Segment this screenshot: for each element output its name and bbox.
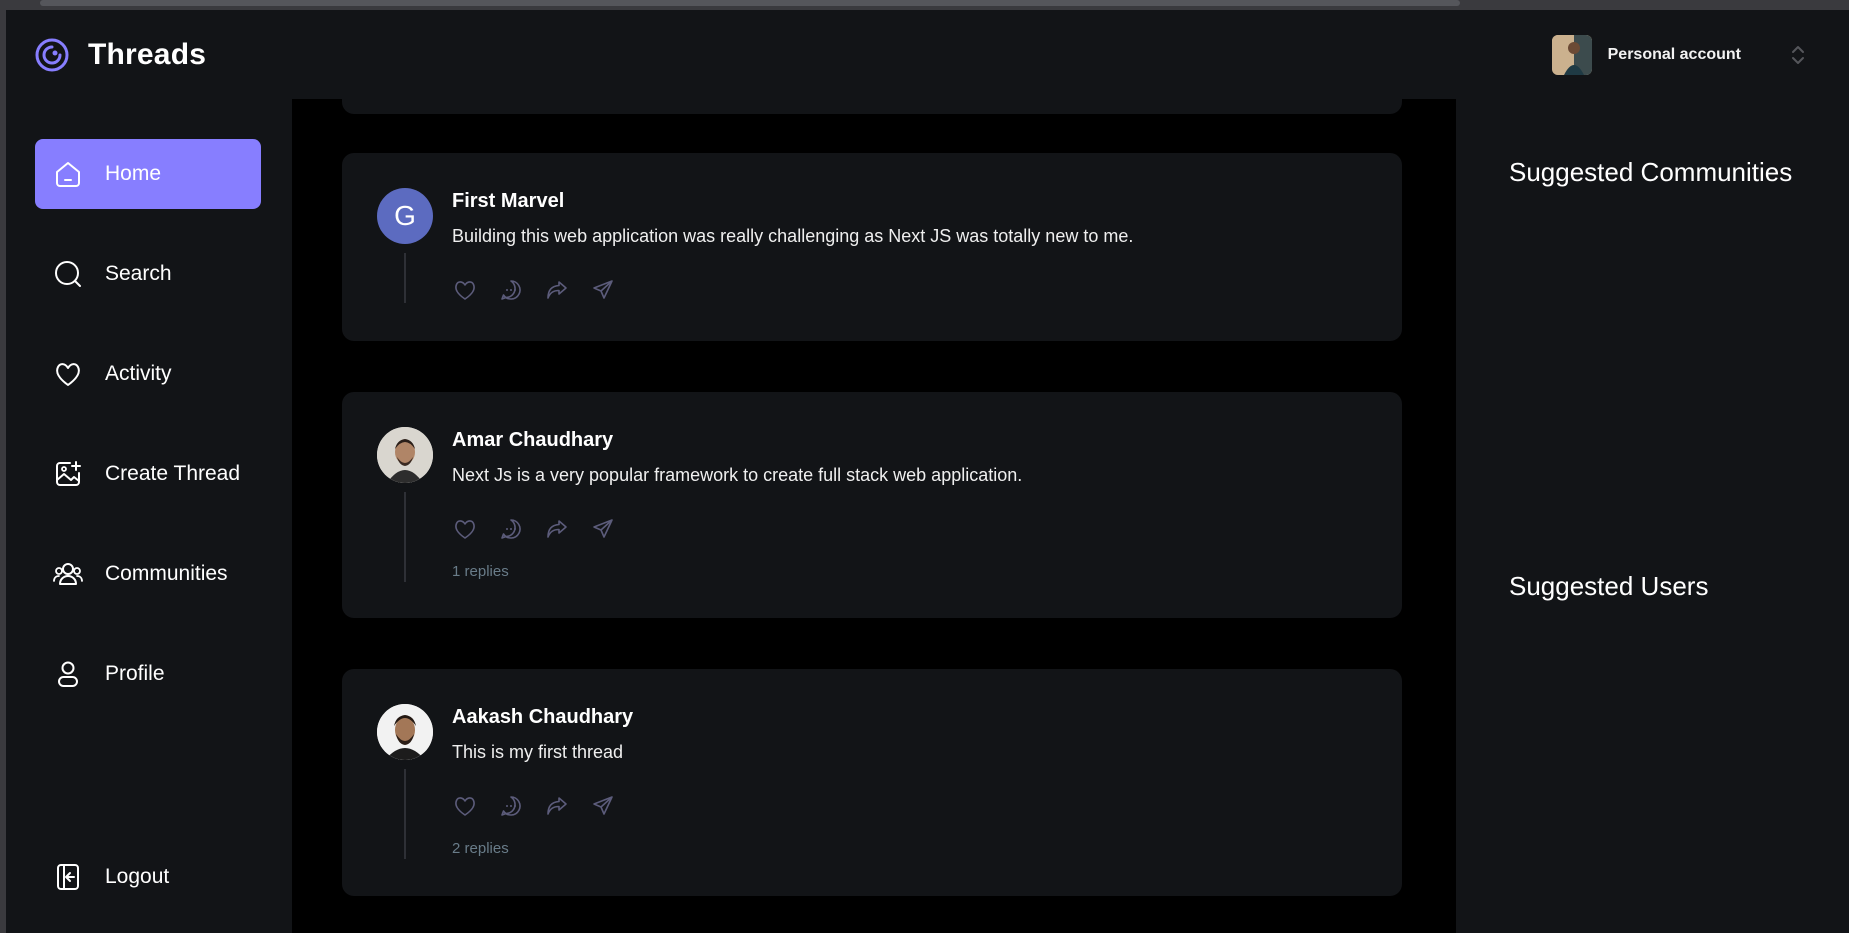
sidebar-item-communities[interactable]: Communities xyxy=(35,539,261,609)
repost-icon[interactable] xyxy=(544,793,570,819)
right-sidebar: Suggested Communities Suggested Users xyxy=(1456,99,1849,933)
account-switcher[interactable]: Personal account xyxy=(1551,34,1809,75)
thread-feed[interactable]: G First Marvel Building this web applica… xyxy=(292,99,1456,933)
share-icon[interactable] xyxy=(590,516,616,542)
sidebar-item-create-thread[interactable]: Create Thread xyxy=(35,439,261,509)
logout-label: Logout xyxy=(105,865,170,888)
replies-count[interactable]: 1 replies xyxy=(452,563,509,580)
search-icon xyxy=(55,261,81,287)
thread-card[interactable] xyxy=(342,99,1402,114)
replies-count[interactable]: 2 replies xyxy=(452,840,509,857)
thread-line xyxy=(404,492,406,582)
reply-icon[interactable] xyxy=(498,277,524,303)
thread-card[interactable]: Aakash Chaudhary This is my first thread… xyxy=(342,669,1402,896)
sidebar-item-label: Profile xyxy=(105,662,165,685)
user-icon xyxy=(58,661,78,687)
brand[interactable]: Threads xyxy=(34,37,206,73)
sidebar-item-label: Search xyxy=(105,262,172,285)
share-icon[interactable] xyxy=(590,277,616,303)
thread-line xyxy=(404,769,406,859)
author-avatar[interactable]: G xyxy=(377,188,433,244)
users-icon xyxy=(53,563,83,585)
thread-actions xyxy=(452,516,616,542)
reply-icon[interactable] xyxy=(498,793,524,819)
sidebar-item-activity[interactable]: Activity xyxy=(35,339,261,409)
heart-icon[interactable] xyxy=(452,793,478,819)
heart-icon[interactable] xyxy=(452,516,478,542)
logout-icon xyxy=(57,864,79,890)
thread-content: Building this web application was really… xyxy=(452,226,1134,246)
image-plus-icon xyxy=(56,461,81,486)
threads-logo-icon xyxy=(35,38,69,71)
thread-line xyxy=(404,253,406,303)
sidebar-item-label: Home xyxy=(105,162,162,185)
repost-icon[interactable] xyxy=(544,516,570,542)
chevron-up-down-icon[interactable] xyxy=(1787,42,1809,68)
sidebar-item-profile[interactable]: Profile xyxy=(35,639,261,709)
account-avatar xyxy=(1551,34,1592,75)
thread-card[interactable]: G First Marvel Building this web applica… xyxy=(342,153,1402,341)
author-name[interactable]: First Marvel xyxy=(452,190,564,213)
heart-icon xyxy=(56,363,80,386)
author-avatar[interactable] xyxy=(377,427,433,483)
sidebar-item-home[interactable]: Home xyxy=(35,139,261,209)
sidebar-item-search[interactable]: Search xyxy=(35,239,261,309)
user-photo xyxy=(377,427,433,483)
browser-frame: Threads Personal account Home Search Act… xyxy=(0,0,1849,933)
author-avatar[interactable] xyxy=(377,704,433,760)
sidebar-item-label: Create Thread xyxy=(105,462,241,485)
thread-actions xyxy=(452,277,616,303)
suggested-users-title: Suggested Users xyxy=(1509,571,1709,601)
thread-actions xyxy=(452,793,616,819)
app-name: Threads xyxy=(88,37,207,71)
thread-content: This is my first thread xyxy=(452,742,624,762)
top-bar: Threads Personal account xyxy=(6,10,1849,99)
repost-icon[interactable] xyxy=(544,277,570,303)
home-icon xyxy=(56,162,80,187)
account-label: Personal account xyxy=(1607,45,1741,63)
author-name[interactable]: Amar Chaudhary xyxy=(452,429,613,452)
left-sidebar: Home Search Activity Create Thread Commu… xyxy=(6,99,292,933)
sidebar-item-label: Communities xyxy=(105,562,228,585)
suggested-communities-title: Suggested Communities xyxy=(1509,157,1793,187)
author-name[interactable]: Aakash Chaudhary xyxy=(452,706,633,729)
browser-scrollbar[interactable] xyxy=(40,0,1460,6)
share-icon[interactable] xyxy=(590,793,616,819)
user-photo xyxy=(1551,34,1592,75)
user-photo xyxy=(377,704,433,760)
thread-content: Next Js is a very popular framework to c… xyxy=(452,465,1023,485)
heart-icon[interactable] xyxy=(452,277,478,303)
logout-button[interactable]: Logout xyxy=(35,842,261,912)
app-window: Threads Personal account Home Search Act… xyxy=(6,10,1849,933)
sidebar-item-label: Activity xyxy=(105,362,172,385)
thread-card[interactable]: Amar Chaudhary Next Js is a very popular… xyxy=(342,392,1402,618)
reply-icon[interactable] xyxy=(498,516,524,542)
